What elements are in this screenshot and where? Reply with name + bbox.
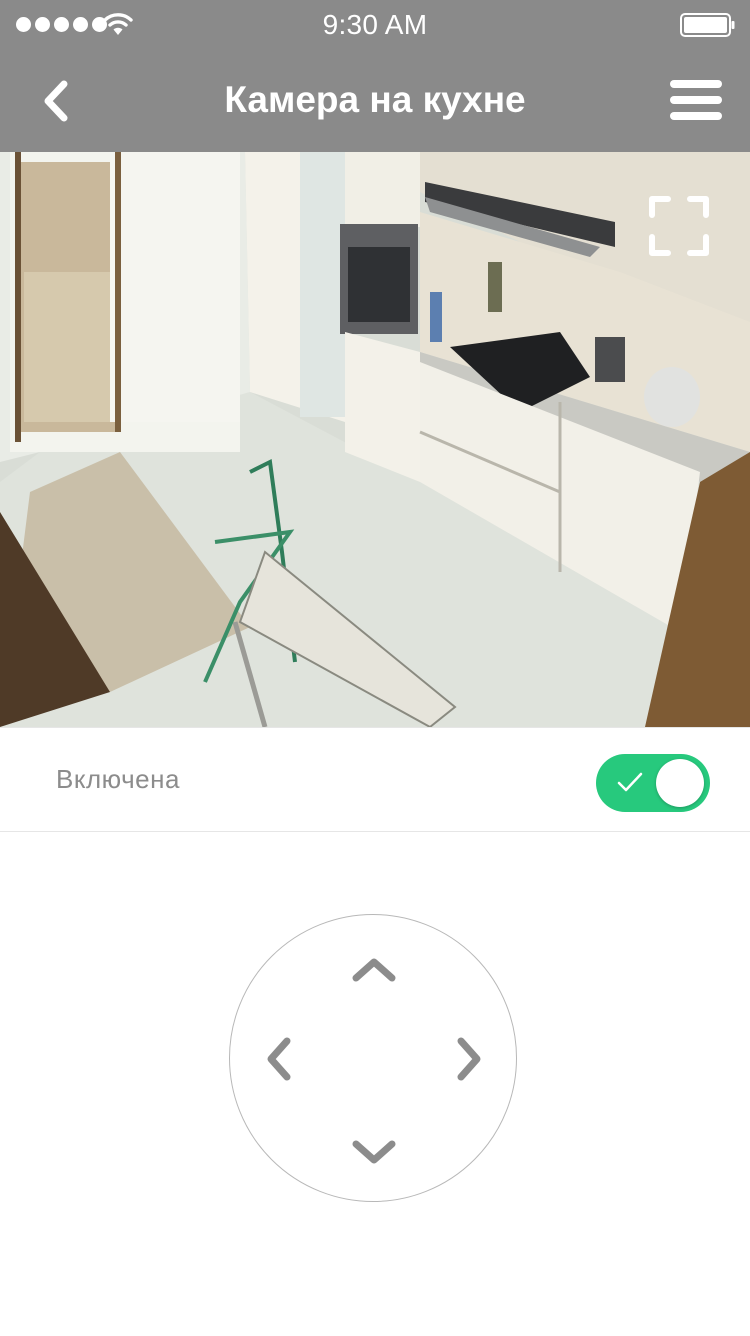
chevron-down-icon: [352, 1140, 396, 1164]
top-bar: 9:30 AM Камера на кухне: [0, 0, 750, 153]
chevron-up-icon: [352, 958, 396, 982]
pan-up-button[interactable]: [350, 945, 398, 993]
fullscreen-icon[interactable]: [648, 195, 710, 257]
chevron-left-icon: [267, 1037, 291, 1081]
status-time: 9:30 AM: [322, 9, 428, 40]
camera-enabled-label: Включена: [56, 764, 180, 794]
pan-down-button[interactable]: [350, 1129, 398, 1177]
checkmark-icon: [617, 772, 643, 792]
back-button[interactable]: [28, 70, 84, 132]
status-bar: 9:30 AM: [0, 0, 750, 50]
camera-feed-image: [0, 152, 750, 727]
battery-icon: [680, 13, 735, 37]
toggle-knob: [656, 759, 704, 807]
hamburger-menu-icon: [670, 80, 722, 88]
ptz-joystick[interactable]: [229, 914, 517, 1202]
pan-right-button[interactable]: [444, 1035, 492, 1083]
nav-bar: Камера на кухне: [0, 50, 750, 152]
camera-enabled-toggle[interactable]: [596, 754, 710, 812]
page-title: Камера на кухне: [224, 79, 526, 120]
pan-left-button[interactable]: [256, 1035, 304, 1083]
chevron-right-icon: [457, 1037, 481, 1081]
camera-feed[interactable]: [0, 152, 750, 727]
camera-screen: 9:30 AM Камера на кухне Включена: [0, 0, 750, 1336]
camera-enabled-row: Включена: [0, 727, 750, 832]
menu-button[interactable]: [652, 72, 722, 128]
chevron-left-icon: [44, 80, 68, 122]
